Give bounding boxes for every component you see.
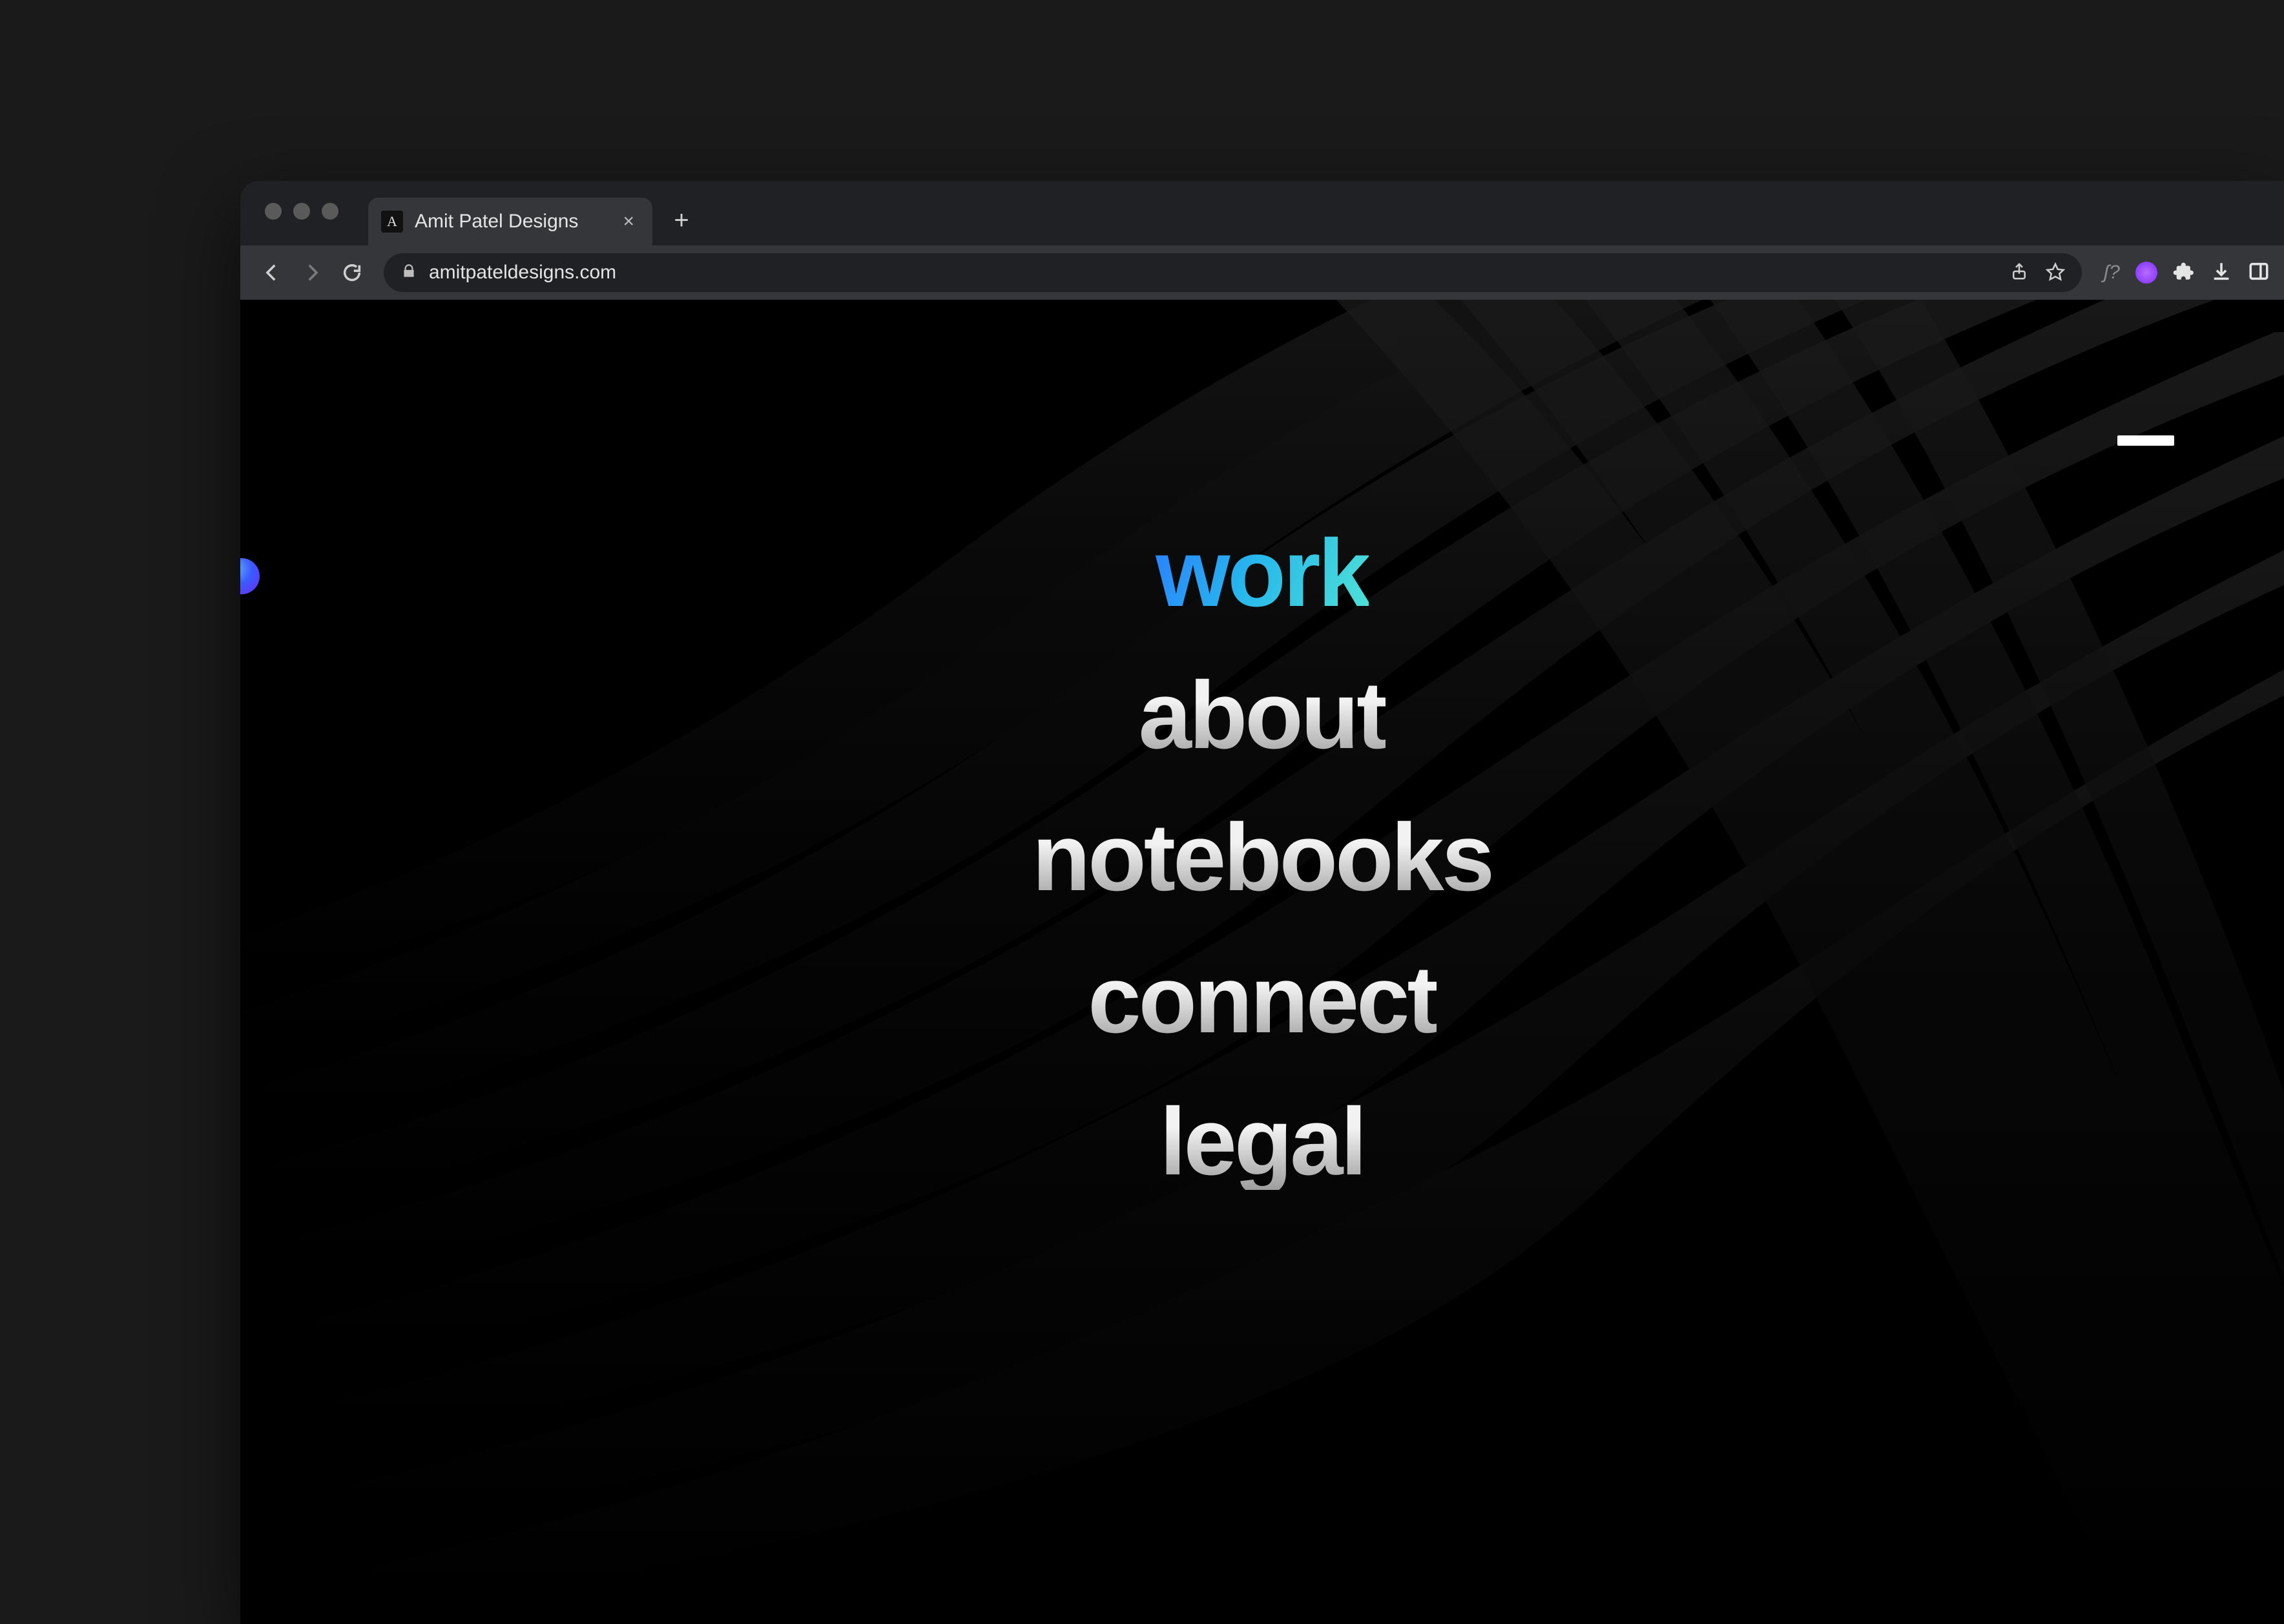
reload-icon [341,262,363,284]
arrow-left-icon [261,262,283,284]
main-nav: work about notebooks connect legal [240,526,2284,1190]
nav-item-work[interactable]: work [1156,526,1368,621]
new-tab-button[interactable]: + [665,204,698,236]
browser-tab[interactable]: A Amit Patel Designs × [368,198,652,245]
extension-script-icon[interactable]: ʃ? [2104,262,2120,284]
share-icon[interactable] [2009,262,2029,284]
back-button[interactable] [254,255,289,290]
tab-favicon: A [381,211,403,233]
nav-item-about[interactable]: about [1139,668,1386,764]
panel-toggle-icon[interactable] [2248,260,2270,286]
window-controls [265,203,338,220]
window-maximize-button[interactable] [322,203,338,220]
browser-window: A Amit Patel Designs × + amitpateldesign… [240,181,2284,1624]
tab-close-button[interactable]: × [620,209,637,234]
address-actions [2009,262,2065,284]
browser-toolbar: amitpateldesigns.com ʃ? [240,245,2284,300]
bookmark-star-icon[interactable] [2046,262,2065,284]
downloads-icon[interactable] [2210,260,2232,286]
nav-item-legal[interactable]: legal [1159,1094,1364,1190]
nav-item-notebooks[interactable]: notebooks [1032,810,1492,906]
address-bar[interactable]: amitpateldesigns.com [384,253,2082,292]
extensions-puzzle-icon[interactable] [2173,260,2195,286]
lock-icon [400,263,417,283]
tab-title: Amit Patel Designs [415,211,608,233]
arrow-right-icon [301,262,323,284]
url-text: amitpateldesigns.com [429,262,1998,284]
menu-toggle-button[interactable] [2117,435,2174,446]
reload-button[interactable] [335,255,369,290]
nav-item-connect[interactable]: connect [1088,952,1436,1048]
extensions-area: ʃ? [2104,260,2270,286]
extension-badge-purple[interactable] [2135,262,2157,284]
forward-button[interactable] [295,255,329,290]
page-content: work about notebooks connect legal [240,300,2284,1624]
window-close-button[interactable] [265,203,282,220]
tab-strip: A Amit Patel Designs × + [240,181,2284,245]
window-minimize-button[interactable] [293,203,310,220]
